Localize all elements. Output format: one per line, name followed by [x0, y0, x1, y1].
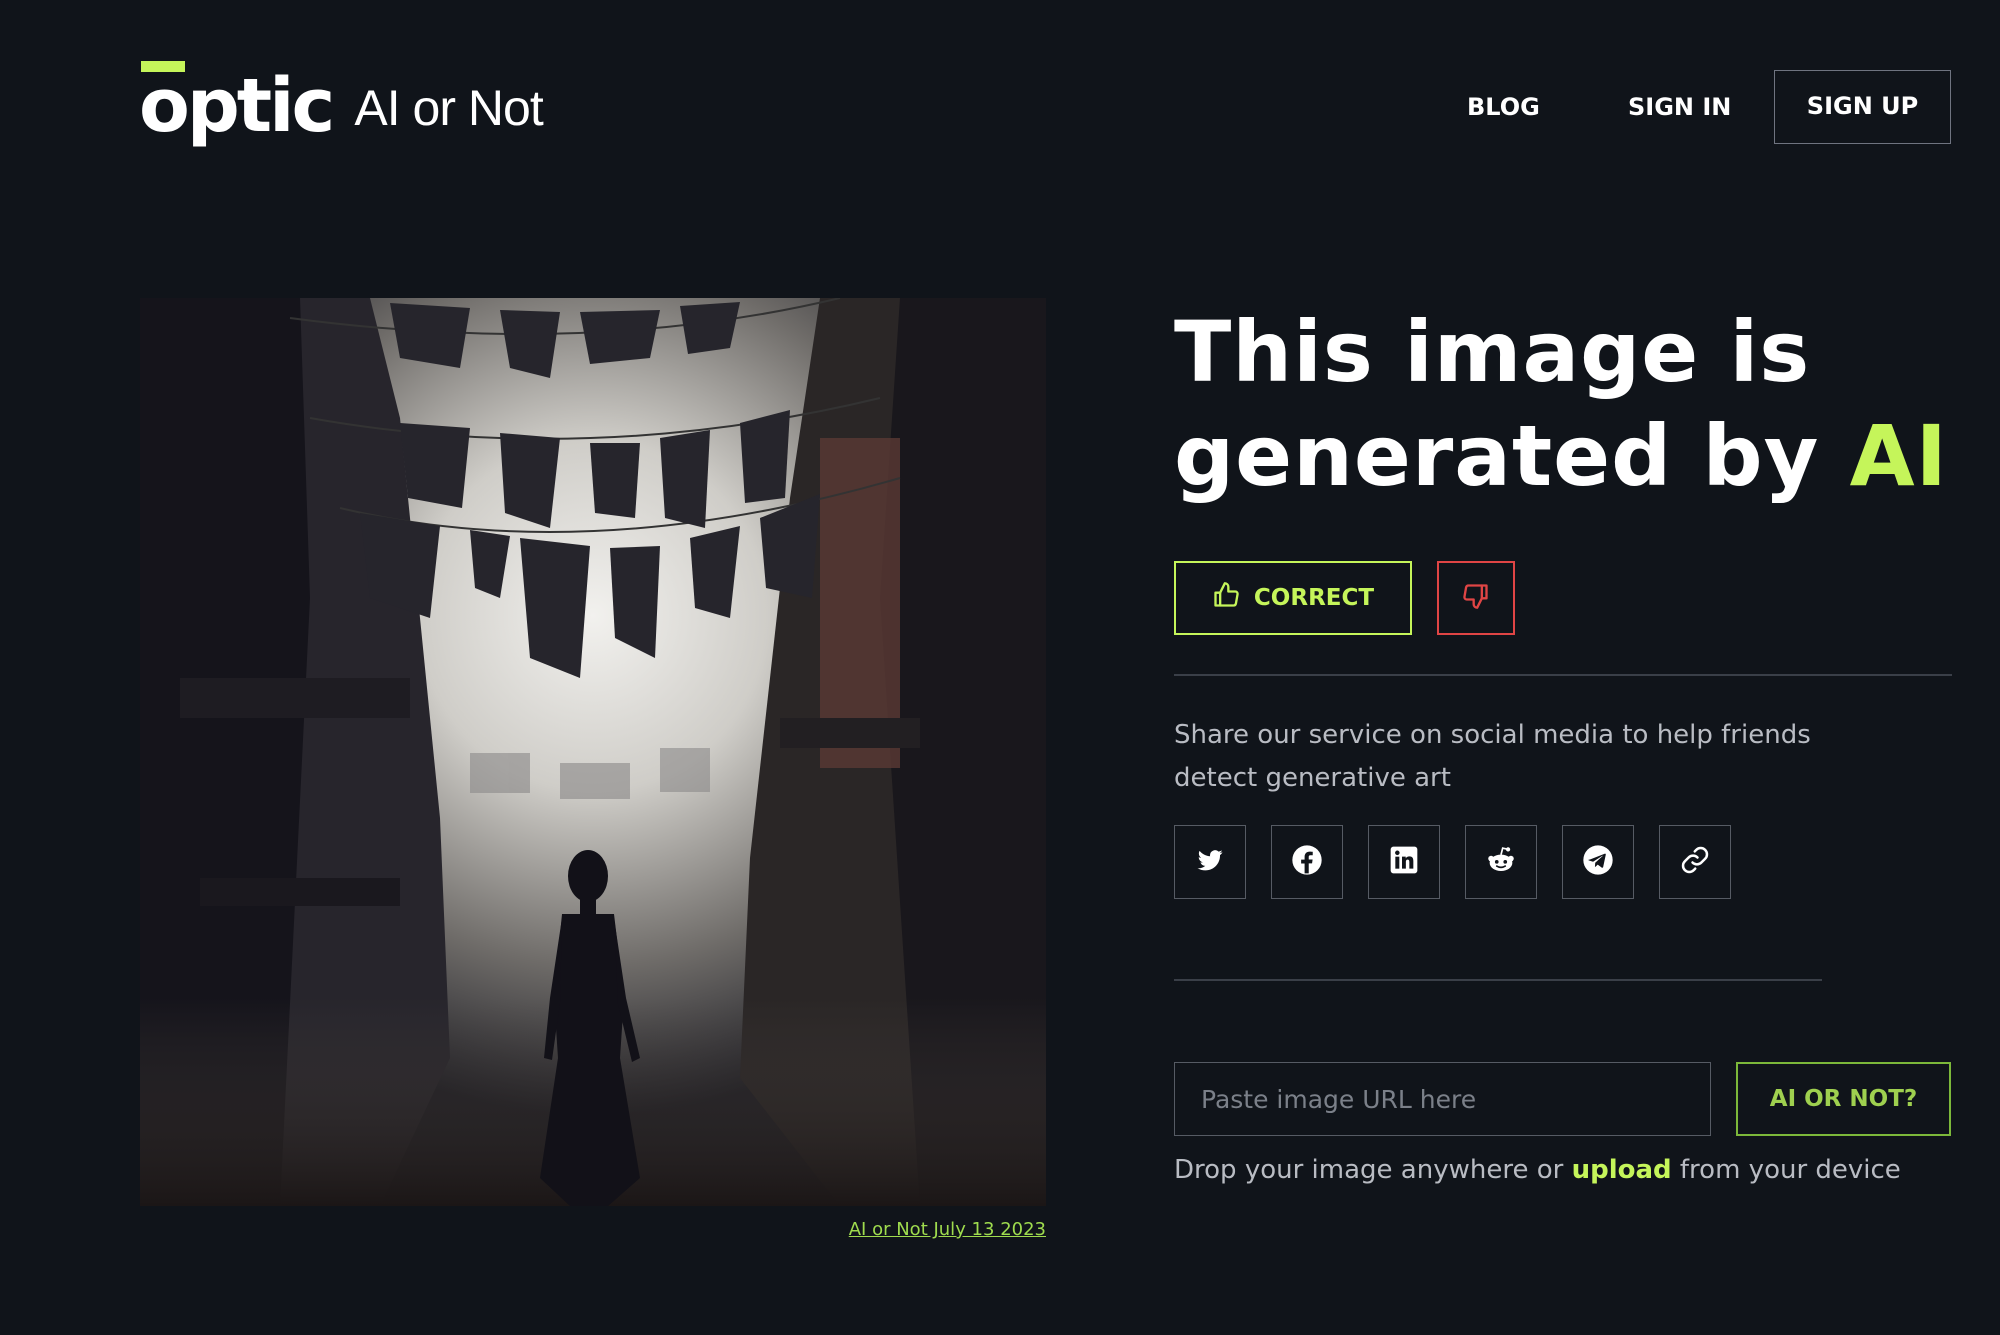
drop-upload-hint: Drop your image anywhere or upload from … [1174, 1150, 1974, 1190]
headline-line-2: generated by AI [1174, 404, 1954, 508]
headline-line-1: This image is [1174, 303, 1811, 401]
sign-up-button[interactable]: SIGN UP [1774, 70, 1951, 144]
nav-blog-link[interactable]: BLOG [1467, 82, 1540, 132]
share-twitter-button[interactable] [1174, 825, 1246, 899]
incorrect-feedback-button[interactable] [1437, 561, 1515, 635]
analyzed-image [140, 298, 1046, 1206]
headline-highlight: AI [1849, 407, 1948, 505]
divider [1174, 979, 1822, 981]
logo-product-name: AI or Not [354, 80, 543, 136]
thumbs-up-icon [1212, 581, 1240, 615]
drop-prefix: Drop your image anywhere or [1174, 1155, 1572, 1185]
share-linkedin-button[interactable] [1368, 825, 1440, 899]
share-prompt: Share our service on social media to hel… [1174, 720, 1811, 793]
image-caption-link[interactable]: AI or Not July 13 2023 [845, 1219, 1046, 1240]
share-facebook-button[interactable] [1271, 825, 1343, 899]
correct-label: CORRECT [1253, 585, 1375, 611]
thumbs-down-icon [1462, 582, 1490, 614]
logo-accent-bar [141, 61, 185, 72]
drop-suffix: from your device [1671, 1155, 1901, 1185]
share-reddit-button[interactable] [1465, 825, 1537, 899]
headline-prefix: generated by [1174, 407, 1850, 505]
share-telegram-button[interactable] [1562, 825, 1634, 899]
facebook-icon [1291, 844, 1323, 880]
linkedin-icon [1388, 844, 1420, 880]
telegram-icon [1582, 844, 1614, 880]
upload-link[interactable]: upload [1572, 1155, 1672, 1185]
correct-feedback-button[interactable]: CORRECT [1174, 561, 1412, 635]
logo[interactable]: optic AI or Not [139, 61, 544, 149]
twitter-icon [1195, 845, 1225, 879]
logo-wordmark: optic [139, 61, 335, 149]
nav-sign-in-link[interactable]: SIGN IN [1628, 82, 1731, 132]
ai-or-not-button[interactable]: AI OR NOT? [1736, 1062, 1951, 1136]
link-icon [1680, 845, 1710, 879]
reddit-icon [1484, 843, 1518, 881]
divider [1174, 674, 1952, 676]
copy-link-button[interactable] [1659, 825, 1731, 899]
image-url-input[interactable] [1174, 1062, 1711, 1136]
result-headline: This image is generated by AI [1174, 300, 1954, 508]
